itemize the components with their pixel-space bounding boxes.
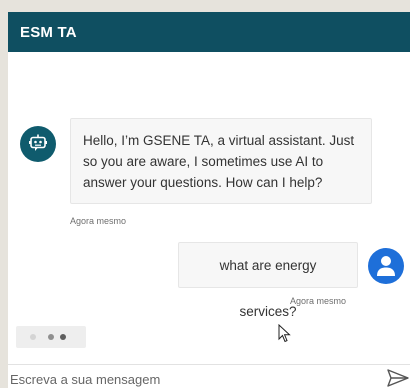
bot-message-timestamp: Agora mesmo	[70, 216, 127, 226]
user-icon	[377, 256, 395, 276]
user-avatar	[368, 248, 404, 284]
mouse-cursor-icon	[278, 324, 291, 343]
bot-message-text: Hello, I’m GSENE TA, a virtual assistant…	[83, 133, 355, 190]
send-icon[interactable]	[386, 368, 410, 388]
bot-message-bubble: Hello, I’m GSENE TA, a virtual assistant…	[70, 118, 372, 204]
chat-window: ESM TA Hello, I’m GSENE TA, a virtual as…	[8, 12, 410, 388]
typing-indicator	[16, 326, 86, 348]
chat-title: ESM TA	[20, 24, 77, 41]
message-input[interactable]	[10, 368, 370, 388]
typing-dot	[48, 334, 54, 340]
typing-dot	[30, 334, 36, 340]
message-composer	[8, 364, 410, 388]
user-message-text: what are energy services?	[219, 258, 317, 319]
bot-icon	[29, 134, 47, 151]
user-message-timestamp: Agora mesmo	[290, 296, 347, 306]
chat-header: ESM TA	[8, 12, 410, 52]
user-message-bubble: what are energy services?	[178, 242, 358, 319]
bot-avatar	[20, 126, 56, 162]
typing-dot	[60, 334, 66, 340]
